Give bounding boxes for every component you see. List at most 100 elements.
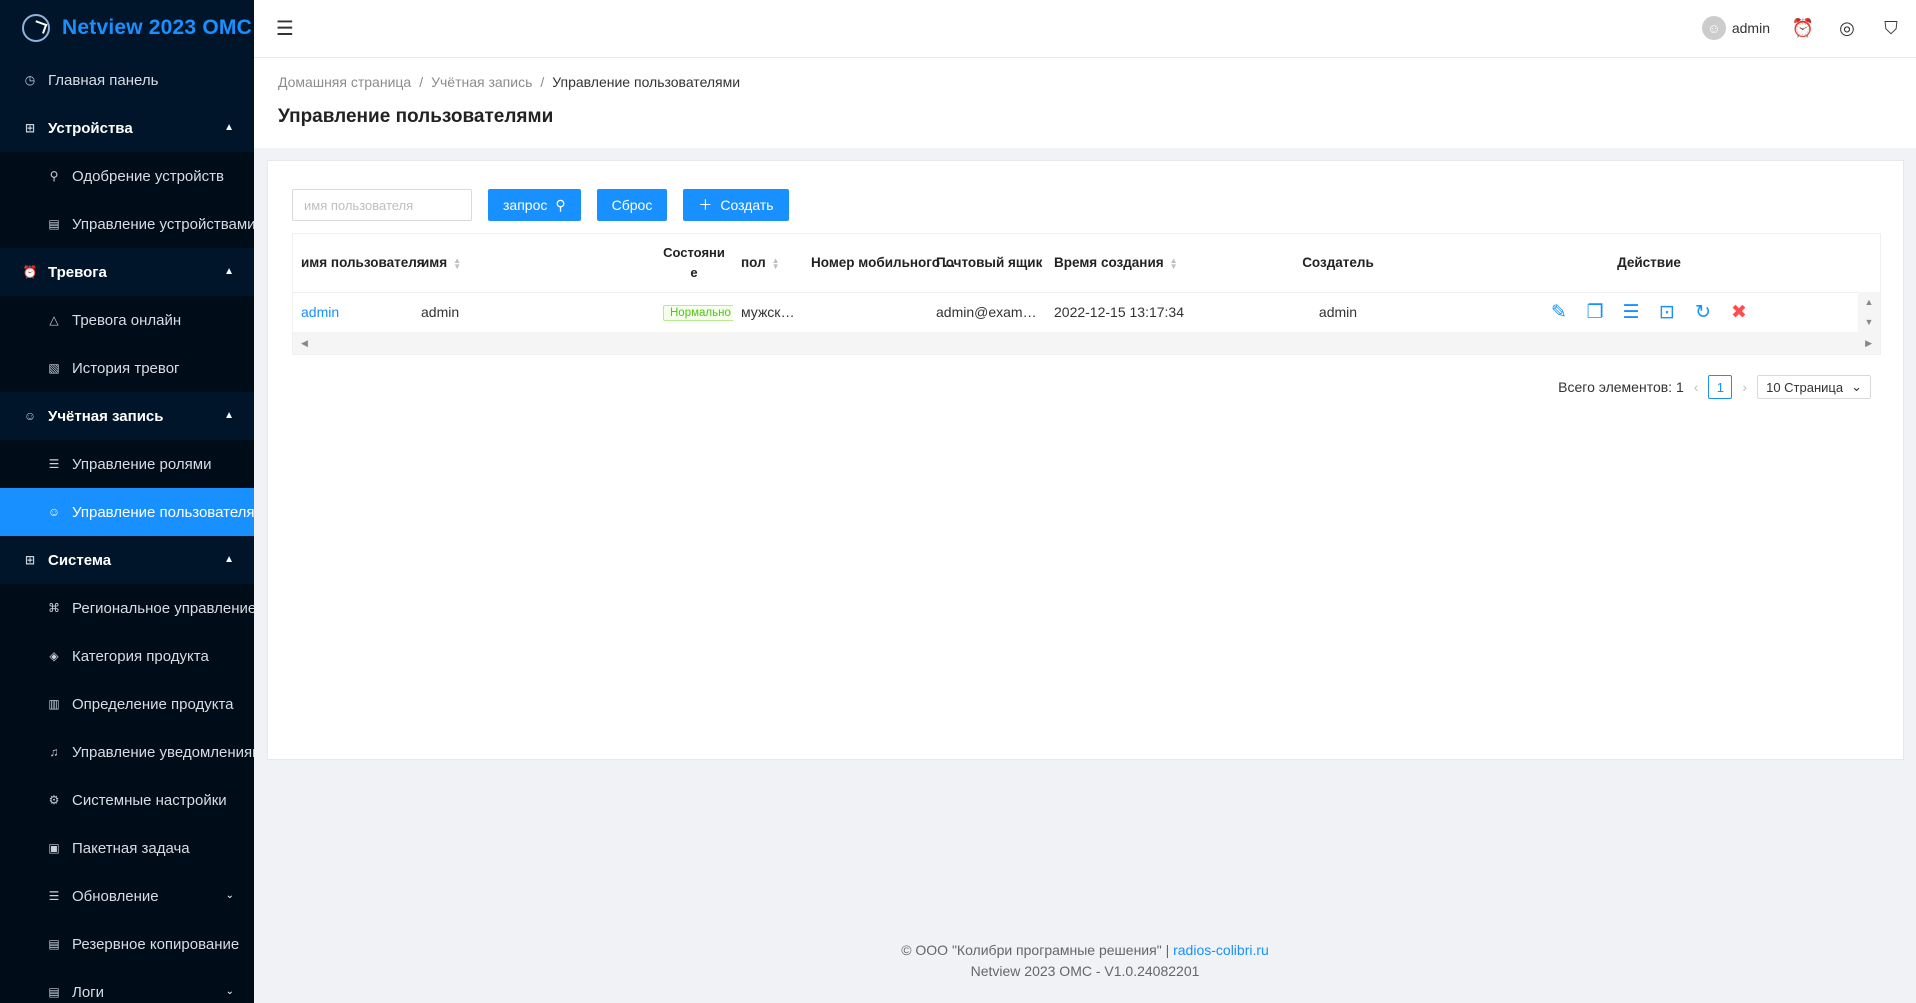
delete-icon[interactable]: ✖ (1728, 301, 1750, 324)
devices-icon: ⊞ (24, 121, 36, 135)
sidebar-item-label: Логи (72, 983, 105, 1001)
column-header-gender[interactable]: пол ▲ ▼ (733, 234, 803, 293)
sidebar-item-label: Управление уведомлениями (72, 743, 254, 761)
scroll-up-icon[interactable]: ▲ (1865, 297, 1874, 307)
sidebar-item[interactable]: ▥ Определение продукта (0, 680, 254, 728)
sidebar-item[interactable]: ⊞ Устройства ▲ (0, 104, 254, 152)
column-header-email: Почтовый ящик (928, 234, 1046, 293)
sidebar-item[interactable]: ▧ История тревог (0, 344, 254, 392)
sidebar-item[interactable]: ☰ Обновление ⌄ (0, 872, 254, 920)
query-button[interactable]: запрос ⚲ (488, 189, 581, 221)
logo-icon (22, 14, 50, 42)
sidebar-item[interactable]: ☺ Управление пользователями (0, 488, 254, 536)
edit-icon[interactable]: ✎ (1548, 301, 1570, 324)
tag-icon: ◈ (49, 649, 59, 663)
sidebar-item[interactable]: ⚲ Одобрение устройств (0, 152, 254, 200)
user-menu[interactable]: ☺ admin (1701, 16, 1770, 40)
sidebar-item[interactable]: ▤ Логи ⌄ (0, 968, 254, 1003)
dashboard-icon: ◷ (24, 73, 36, 87)
cell-created: 2022-12-15 13:17:34 (1054, 304, 1184, 321)
app-logo[interactable]: Netview 2023 OMC (0, 0, 254, 56)
sidebar-item[interactable]: ☰ Управление ролями (0, 440, 254, 488)
chevron-up-icon[interactable]: ▲ (224, 410, 234, 421)
page-number-button[interactable]: 1 (1708, 375, 1733, 399)
sidebar-item[interactable]: ⊞ Система ▲ (0, 536, 254, 584)
unlock-icon[interactable]: ⊡ (1656, 301, 1678, 324)
breadcrumb-current: Управление пользователями (552, 74, 741, 90)
copy-icon[interactable]: ❐ (1584, 301, 1606, 324)
column-header-created[interactable]: Время создания ▲ ▼ (1046, 234, 1258, 293)
sort-icon[interactable]: ▲ ▼ (1170, 256, 1178, 270)
history-icon: ▧ (48, 361, 60, 375)
sidebar-item[interactable]: ◈ Категория продукта (0, 632, 254, 680)
cell-status: Нормально (655, 292, 733, 332)
task-icon: ▣ (48, 841, 60, 855)
menu-lines-icon: ☰ (48, 457, 60, 471)
breadcrumb-section[interactable]: Учётная запись (431, 74, 532, 90)
vertical-scrollbar[interactable]: ▲ ▼ (1858, 292, 1880, 332)
page-size-select[interactable]: 10 Страница ⌄ (1757, 375, 1871, 399)
plus-icon: ＋ (698, 197, 713, 213)
sort-icon[interactable]: ▲ ▼ (453, 256, 461, 270)
next-page-icon[interactable]: › (1742, 379, 1747, 395)
reset-password-icon[interactable]: ↻ (1692, 301, 1714, 324)
scroll-right-icon[interactable]: ▶ (1865, 338, 1872, 349)
language-globe-icon[interactable]: ◎ (1836, 17, 1858, 39)
footer-link[interactable]: radios-colibri.ru (1173, 942, 1269, 958)
username-search-input[interactable] (292, 189, 472, 221)
breadcrumb: Домашняя страница / Учётная запись / Управле… (278, 74, 1892, 90)
sidebar-item[interactable]: ⚙ Системные настройки (0, 776, 254, 824)
horizontal-scrollbar[interactable]: ◀ ▶ (293, 332, 1880, 354)
sort-icon[interactable]: ▲ ▼ (772, 256, 780, 270)
sidebar-item[interactable]: ▤ Резервное копирование (0, 920, 254, 968)
sidebar-item[interactable]: ◷ Главная панель (0, 56, 254, 104)
list-doc-icon: ▤ (48, 217, 60, 231)
sidebar-item-label: Обновление (72, 887, 159, 905)
chevron-up-icon[interactable]: ▲ (224, 266, 234, 277)
prev-page-icon[interactable]: ‹ (1694, 379, 1699, 395)
sidebar-item-label: Региональное управление (72, 599, 254, 617)
user-icon: ☺ (23, 409, 37, 423)
sidebar-item-label: Категория продукта (72, 647, 209, 665)
theme-shirt-icon[interactable]: ⛉ (1880, 17, 1902, 39)
chevron-up-icon[interactable]: ▲ (224, 554, 234, 565)
scroll-left-icon[interactable]: ◀ (301, 338, 308, 349)
column-header-username: имя пользователя (293, 234, 425, 293)
sidebar-item-label: Управление ролями (72, 455, 212, 473)
details-list-icon[interactable]: ☰ (1620, 301, 1642, 324)
sidebar-item[interactable]: ▣ Пакетная задача (0, 824, 254, 872)
chevron-down-icon[interactable]: ⌄ (226, 890, 234, 901)
sidebar-item-label: Резервное копирование (72, 935, 240, 953)
page-title: Управление пользователями (278, 106, 554, 127)
chevron-down-icon[interactable]: ⌄ (226, 986, 234, 997)
total-items-label: Всего элементов: 1 (1558, 379, 1684, 395)
sidebar-item-label: Устройства (48, 119, 133, 137)
sidebar-item[interactable]: ⌘ Региональное управление (0, 584, 254, 632)
scroll-down-icon[interactable]: ▼ (1865, 317, 1874, 327)
filter-toolbar: запрос ⚲ Сброс ＋ Создать (292, 189, 789, 221)
sidebar-item[interactable]: ☺ Учётная запись ▲ (0, 392, 254, 440)
create-button[interactable]: ＋ Создать (683, 189, 789, 221)
header-actions: ☺ admin ⏰ ◎ ⛉ (1701, 0, 1902, 56)
sidebar-item[interactable]: ▤ Управление устройствами (0, 200, 254, 248)
reset-button-label: Сброс (611, 197, 653, 213)
sidebar-item[interactable]: ♫ Управление уведомлениями (0, 728, 254, 776)
column-header-name[interactable]: имя ▲ ▼ (413, 234, 655, 293)
alarm-bell-icon[interactable]: ⏰ (1792, 17, 1814, 39)
link-icon: ⚲ (49, 169, 59, 183)
sidebar-item-label: Пакетная задача (72, 839, 190, 857)
sidebar-item-label: Тревога онлайн (72, 311, 182, 329)
breadcrumb-home[interactable]: Домашняя страница (278, 74, 411, 90)
logs-icon: ▤ (48, 985, 60, 999)
sidebar-item-label: Тревога (48, 263, 107, 281)
menu-fold-icon[interactable]: ☰ (276, 16, 294, 41)
bell-icon: ♫ (49, 745, 59, 759)
cell-creator: admin (1318, 304, 1358, 321)
cell-username[interactable]: admin (293, 292, 413, 332)
sidebar-item[interactable]: ⏰ Тревога ▲ (0, 248, 254, 296)
footer-version: Netview 2023 OMC - V1.0.24082201 (970, 963, 1200, 979)
chevron-up-icon[interactable]: ▲ (224, 122, 234, 133)
reset-button[interactable]: Сброс (596, 189, 668, 221)
sidebar-item-label: Определение продукта (72, 695, 234, 713)
sidebar-item[interactable]: △ Тревога онлайн (0, 296, 254, 344)
